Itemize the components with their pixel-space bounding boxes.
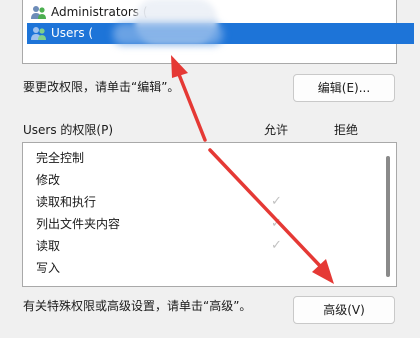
advanced-hint-text: 有关特殊权限或高级设置，请单击“高级”。	[23, 299, 252, 313]
group-item-label: Users (	[51, 26, 94, 40]
edit-hint-text: 要更改权限，请单击“编辑”。	[23, 80, 180, 94]
permission-row-full-control: 完全控制	[36, 151, 85, 165]
permission-row-read: 读取	[36, 239, 61, 253]
group-item-label: Administrators (	[51, 5, 148, 19]
permissions-label: Users 的权限(P)	[23, 123, 114, 137]
permissions-scrollbar[interactable]	[386, 156, 390, 277]
edit-button[interactable]: 编辑(E)...	[293, 74, 395, 102]
deny-column-header: 拒绝	[334, 123, 359, 137]
advanced-button[interactable]: 高级(V)	[293, 296, 395, 324]
permission-row-read-execute: 读取和执行	[36, 195, 97, 209]
group-user-list[interactable]: Administrators ( Users (	[22, 0, 414, 64]
arrow-annotation-to-users	[171, 55, 207, 142]
allow-check-icon: ✓	[271, 194, 282, 209]
permissions-list[interactable]: 完全控制 修改 读取和执行 ✓ 列出文件夹内容 ✓ 读取 ✓ 写入	[22, 142, 397, 287]
allow-check-icon: ✓	[271, 238, 282, 253]
permission-row-list-folder: 列出文件夹内容	[36, 217, 121, 231]
permission-row-modify: 修改	[36, 173, 61, 187]
permission-row-write: 写入	[36, 261, 61, 275]
allow-check-icon: ✓	[271, 216, 282, 231]
user-group-icon	[31, 27, 46, 40]
redaction-blur-selected	[113, 23, 223, 45]
user-group-icon	[31, 6, 46, 19]
allow-column-header: 允许	[264, 123, 289, 137]
